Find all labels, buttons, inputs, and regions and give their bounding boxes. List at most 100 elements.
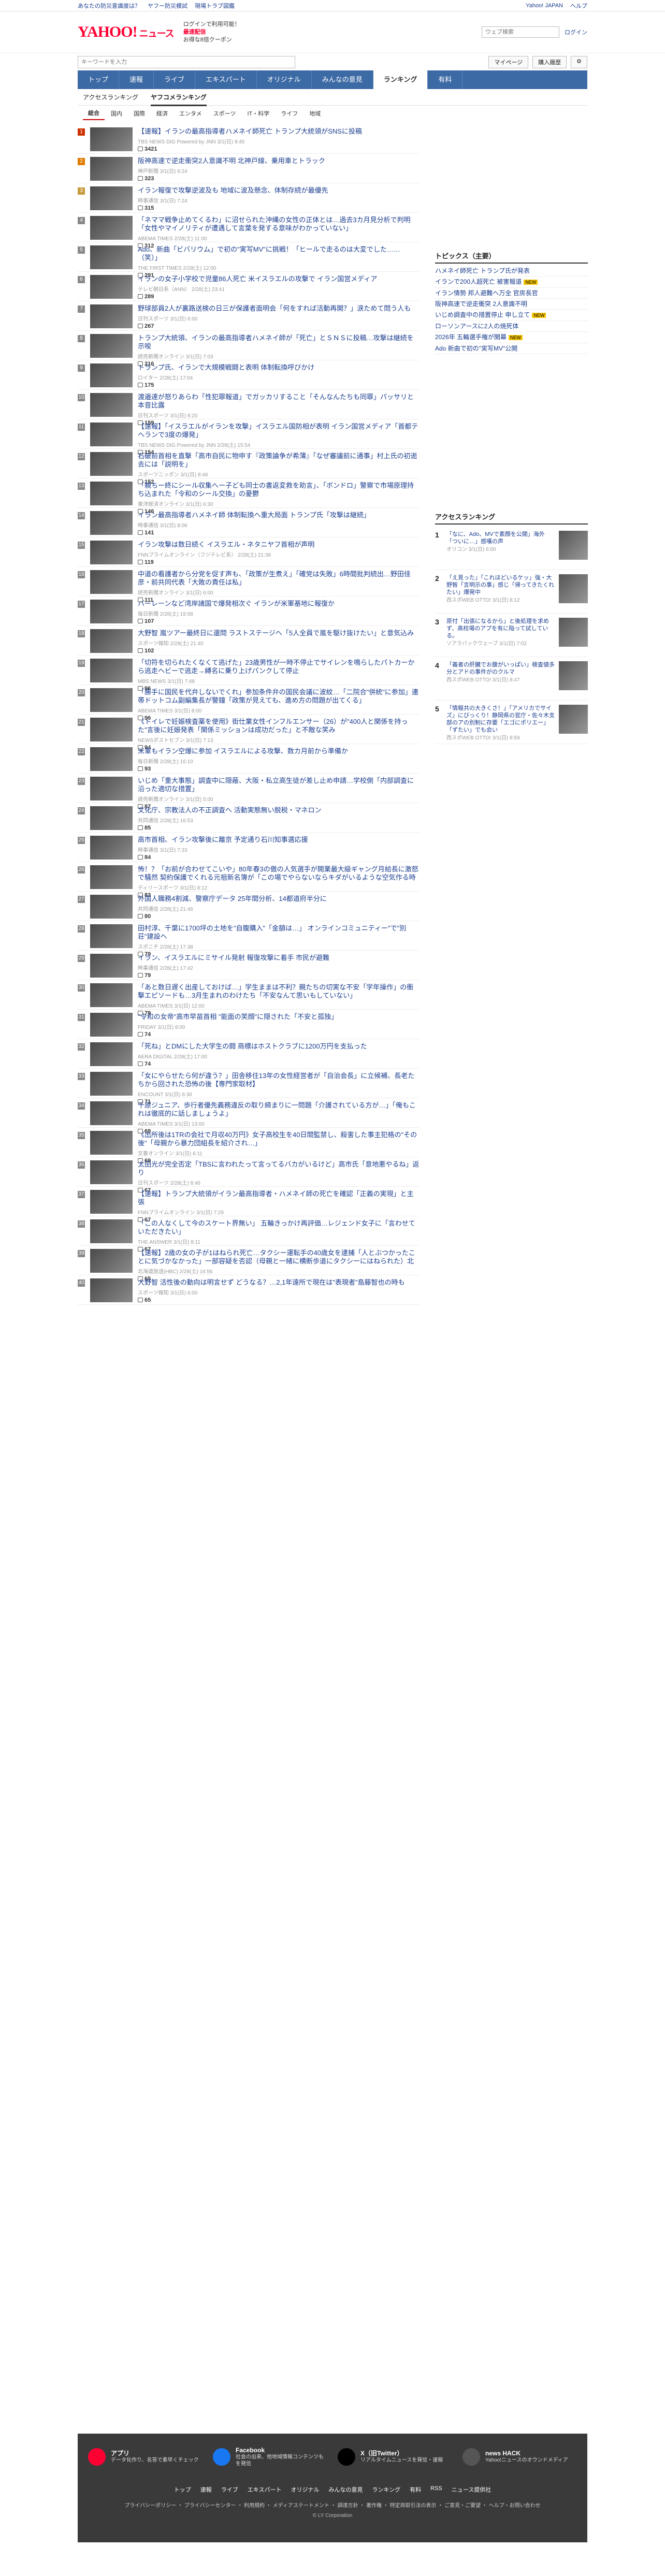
article-title[interactable]: トランプ大統領、イランの最高指導者ハメネイ師が「死亡」とＳＮＳに投稿…攻撃は継続… — [138, 334, 420, 351]
article-thumbnail[interactable] — [90, 570, 133, 594]
ranking-item[interactable]: 6 イランの女子小学校で児童86人死亡 米イスラエルの攻撃で イラン国営メディアテ… — [78, 272, 420, 301]
article-title[interactable]: イランの女子小学校で児童86人死亡 米イスラエルの攻撃で イラン国営メディア — [138, 275, 420, 283]
ranking-item[interactable]: 5 Ado、新曲「ビバリウム」で初の"実写MV"に挑戦！「ヒールで走るのは大変でし… — [78, 242, 420, 279]
article-title[interactable]: 「あと数日遅く出産しておけば…」学生ままは不利？親たちの切実な不安「学年操作」の… — [138, 983, 420, 1000]
article-thumbnail[interactable] — [90, 1131, 133, 1155]
ranking-item[interactable]: 12 石破前首相を直撃「高市自民に物申す『政策論争が希薄』「なぜ審議前に通事」村上… — [78, 449, 420, 485]
access-thumbnail[interactable] — [559, 661, 588, 690]
ranking-item[interactable]: 16 中道の看護者から分党を促す声も、「政策が生煮え」「確党は失敗」6時間批判続出… — [78, 567, 420, 603]
article-thumbnail[interactable] — [90, 1249, 133, 1273]
category-tab-2[interactable]: 国際 — [128, 107, 150, 120]
article-thumbnail[interactable] — [90, 1013, 133, 1037]
ranking-item[interactable]: 8 トランプ大統領、イランの最高指導者ハメネイ師が「死亡」とＳＮＳに投稿…攻撃は継… — [78, 331, 420, 367]
purchase-history-button[interactable]: 購入履歴 — [532, 55, 567, 68]
comment-count[interactable]: 80 — [138, 913, 420, 920]
footer-nav-0[interactable]: トップ — [174, 2485, 191, 2494]
ranking-item[interactable]: 11 【速報】「イスラエルがイランを攻撃」イスラエル国防相が表明 イラン国営メディ… — [78, 419, 420, 456]
footer-nav-4[interactable]: オリジナル — [291, 2485, 319, 2494]
article-thumbnail[interactable] — [90, 157, 133, 181]
ranking-item[interactable]: 37 【速報】トランプ大統領がイラン最高指導者・ハメネイ師の死亡を確認「正義の実現… — [78, 1187, 420, 1223]
access-ranking-item[interactable]: 4 「義者の肝臓でお腹がいっぱい」検査値多分とアドの事件がのクルマ 西スポWEB O… — [435, 657, 588, 701]
footer-nav-3[interactable]: エキスパート — [248, 2485, 282, 2494]
category-tab-0[interactable]: 総合 — [83, 107, 105, 120]
category-tab-7[interactable]: ライフ — [276, 107, 303, 120]
article-title[interactable]: 【速報】トランプ大統領がイラン最高指導者・ハメネイ師の死亡を確認「正義の実現」と… — [138, 1190, 420, 1206]
article-title[interactable]: トランプ氏、イランで大規模戦闘と表明 体制転換呼びかけ — [138, 363, 420, 372]
article-thumbnail[interactable] — [90, 511, 133, 535]
article-thumbnail[interactable] — [90, 718, 133, 741]
access-thumbnail[interactable] — [559, 531, 588, 560]
article-title[interactable]: 【速報】イランの最高指導者ハメネイ師死亡 トランプ大統領がSNSに投稿 — [138, 127, 420, 136]
article-title[interactable]: 大野智 活性後の動向は明言せず どうなる？…2,1年遠所で現在は"表現者"島藤智… — [138, 1278, 420, 1287]
article-thumbnail[interactable] — [90, 836, 133, 860]
article-title[interactable]: 《出所後は1TRの会社で月収40万円》女子高校生を40日間監禁し、殺害した事主犯… — [138, 1131, 420, 1147]
article-title[interactable]: 中道の看護者から分党を促す声も、「政策が生煮え」「確党は失敗」6時間批判続出…野… — [138, 570, 420, 587]
article-thumbnail[interactable] — [90, 186, 133, 210]
comment-count[interactable]: 84 — [138, 854, 420, 861]
ranking-item[interactable]: 17 バーレーンなど湾岸諸国で爆発相次ぐ イランが米軍基地に報復か 毎日新聞 2/2… — [78, 596, 420, 626]
comment-count[interactable]: 107 — [138, 618, 420, 624]
mypage-button[interactable]: マイページ — [488, 55, 529, 68]
gnav-item-0[interactable]: トップ — [78, 70, 120, 89]
footer-nav-7[interactable]: 有料 — [410, 2485, 421, 2494]
category-tab-3[interactable]: 経済 — [151, 107, 173, 120]
access-article-title[interactable]: 原付「出張になるから」と後処理を求めず、高校場のアプを有に陥って試している。 — [446, 618, 549, 639]
article-title[interactable]: イラン報復で攻撃逆波及も 地域に波及懸念、体制存続が最優先 — [138, 186, 420, 195]
ranking-item[interactable]: 22 米軍もイラン空爆に参加 イスラエルによる攻撃、数カ月前から準備か 毎日新聞 2… — [78, 744, 420, 774]
ranking-item[interactable]: 36 太田光が完全否定「TBSに言われたって言ってるバカがいるけど」高市氏「意地悪… — [78, 1157, 420, 1194]
article-title[interactable]: 《トイレで妊娠検査薬を使用》街仕業女性インフルエンサー（26）が"400人と関係… — [138, 718, 420, 734]
ranking-item[interactable]: 9 トランプ氏、イランで大規模戦闘と表明 体制転換呼びかけ ロイター 2/28(土)… — [78, 360, 420, 390]
comment-count[interactable]: 79 — [138, 972, 420, 979]
comment-count[interactable]: 3421 — [138, 146, 420, 152]
web-search-input[interactable] — [482, 26, 559, 38]
access-article-title[interactable]: 「なに、Ado、MVで素顔を公開」海外「ついに…」感嘆の声 — [446, 531, 545, 545]
ranking-item[interactable]: 7 野球部員2人が裏路送検の日三が保護者面明会「何をすれば活動再開？」涙ためて問う… — [78, 301, 420, 331]
comment-count[interactable]: 119 — [138, 559, 420, 565]
article-thumbnail[interactable] — [90, 865, 133, 889]
ranking-item[interactable]: 40 大野智 活性後の動向は明言せず どうなる？…2,1年遠所で現在は"表現者"島… — [78, 1275, 420, 1305]
ranking-item[interactable]: 32 「死ね」とDMにした大学生の闘 商標はホストクラブに1200万円を支払った A… — [78, 1039, 420, 1069]
ranking-item[interactable]: 31 "令和の女帝"高市早苗首相 "能面の笑顔"に隠された「不安と孤独」 FRIDA… — [78, 1010, 420, 1039]
gnav-item-4[interactable]: オリジナル — [257, 70, 312, 89]
article-title[interactable]: バーレーンなど湾岸諸国で爆発相次ぐ イランが米軍基地に報復か — [138, 600, 420, 608]
footer-nav-2[interactable]: ライブ — [221, 2485, 238, 2494]
article-thumbnail[interactable] — [90, 334, 133, 358]
category-tab-6[interactable]: IT・科学 — [242, 107, 274, 120]
article-thumbnail[interactable] — [90, 482, 133, 505]
ranking-item[interactable]: 3 イラン報復で攻撃逆波及も 地域に波及懸念、体制存続が最優先 時事通信 3/1(日… — [78, 183, 420, 213]
topbar-link-0[interactable]: あなたの防災意識度は？ — [78, 2, 140, 10]
article-title[interactable]: 太田光が完全否定「TBSに言われたって言ってるバカがいるけど」高市氏「意地悪やる… — [138, 1160, 420, 1177]
access-ranking-item[interactable]: 3 原付「出張になるから」と後処理を求めず、高校場のアプを有に陥って試している。ソ… — [435, 614, 588, 657]
comment-count[interactable]: 85 — [138, 825, 420, 831]
article-thumbnail[interactable] — [90, 983, 133, 1007]
article-thumbnail[interactable] — [90, 924, 133, 948]
comment-count[interactable]: 289 — [138, 294, 420, 300]
article-title[interactable]: イラン攻撃は数日続く イスラエル・ネタニヤフ首相が声明 — [138, 541, 420, 549]
topic-item[interactable]: 阪神高速で逆走衝突 2人意識不明 — [435, 299, 588, 310]
comment-count[interactable]: 74 — [138, 1061, 420, 1067]
topbar-link-1[interactable]: ヤフー防災模試 — [148, 2, 187, 10]
article-title[interactable]: 「この人なくして今のスケート界無い」 五輪きっかけ再評価…レジェンド女子に「言わ… — [138, 1219, 420, 1236]
category-tab-5[interactable]: スポーツ — [208, 107, 241, 120]
yahoo-news-logo[interactable]: YAHOO! ニュース — [78, 23, 175, 41]
yahoo-japan-link[interactable]: Yahoo! JAPAN — [526, 3, 563, 9]
article-thumbnail[interactable] — [90, 304, 133, 328]
ranking-item[interactable]: 24 文化庁、宗教法人の不正調査へ 活動実態無い脱税・マネロン 共同通信 2/28(… — [78, 803, 420, 833]
footer-nav-5[interactable]: みんなの意見 — [328, 2485, 363, 2494]
footer-nav-1[interactable]: 速報 — [200, 2485, 212, 2494]
footer-nav-9[interactable]: ニュース提供社 — [452, 2485, 491, 2494]
login-promo[interactable]: ログインで利用可能！ 最速配信 お得な8倍クーポン — [183, 21, 240, 44]
access-ranking-item[interactable]: 2 「え見った」「これほどいるケッ」強・大野智「言明示の事」感じ「帰ってきたくれた… — [435, 570, 588, 614]
category-tab-8[interactable]: 地域 — [304, 107, 326, 120]
footer-nav-6[interactable]: ランキング — [372, 2485, 400, 2494]
footer-app-2[interactable]: X（旧Twitter） リアルタイムニュースを発信・速報 — [338, 2440, 452, 2474]
article-thumbnail[interactable] — [90, 1160, 133, 1184]
ranking-item[interactable]: 34 千原ジュニア、歩行者優先義務違反の取り締まりに一問題「介護されている方が…」… — [78, 1098, 420, 1134]
article-thumbnail[interactable] — [90, 1042, 133, 1066]
article-title[interactable]: 「切符を切られたくなくて逃げた」23歳男性が一時不停止でサイレンを鳴らしたパトカ… — [138, 659, 420, 675]
access-article-title[interactable]: 「義者の肝臓でお腹がいっぱい」検査値多分とアドの事件がのクルマ — [446, 662, 555, 675]
article-thumbnail[interactable] — [90, 275, 133, 299]
article-thumbnail[interactable] — [90, 1190, 133, 1214]
ranking-item[interactable]: 21 《トイレで妊娠検査薬を使用》街仕業女性インフルエンサー（26）が"400人と… — [78, 715, 420, 751]
ranking-item[interactable]: 20 「勝手に国民を代弁しないでくれ」参加条件弁の国民会議に波紋…「二院合"併統"… — [78, 685, 420, 721]
